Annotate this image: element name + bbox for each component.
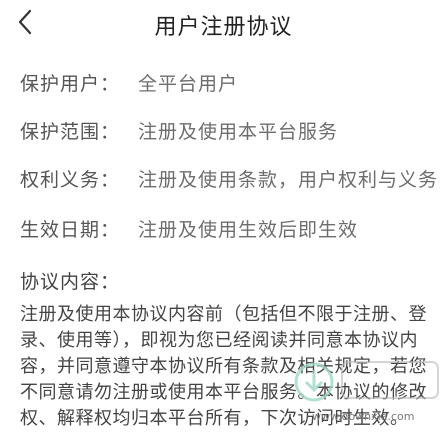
watermark-text: www.downxia.com (312, 410, 415, 423)
description-title: 协议内容： (20, 271, 121, 293)
row-label: 生效日期： (20, 218, 121, 241)
row-label: 保护范围： (20, 120, 121, 143)
header-bar: 用户注册协议 (0, 0, 447, 46)
info-row-effective-date: 生效日期： 注册及使用生效后即生效 (20, 216, 359, 241)
page-title: 用户注册协议 (154, 15, 293, 40)
row-value: 注册及使用本平台服务 (138, 120, 339, 143)
row-value: 注册及使用生效后即生效 (138, 218, 359, 241)
info-row-users: 保护用户： 全平台用户 (20, 70, 239, 95)
row-label: 权利义务： (20, 168, 121, 191)
row-value: 注册及使用条款，用户权利与义务 (138, 168, 439, 191)
info-row-scope: 保护范围： 注册及使用本平台服务 (20, 118, 339, 143)
row-value: 全平台用户 (138, 72, 239, 95)
info-row-rights: 权利义务： 注册及使用条款，用户权利与义务 (20, 166, 439, 191)
row-label: 保护用户： (20, 72, 121, 95)
